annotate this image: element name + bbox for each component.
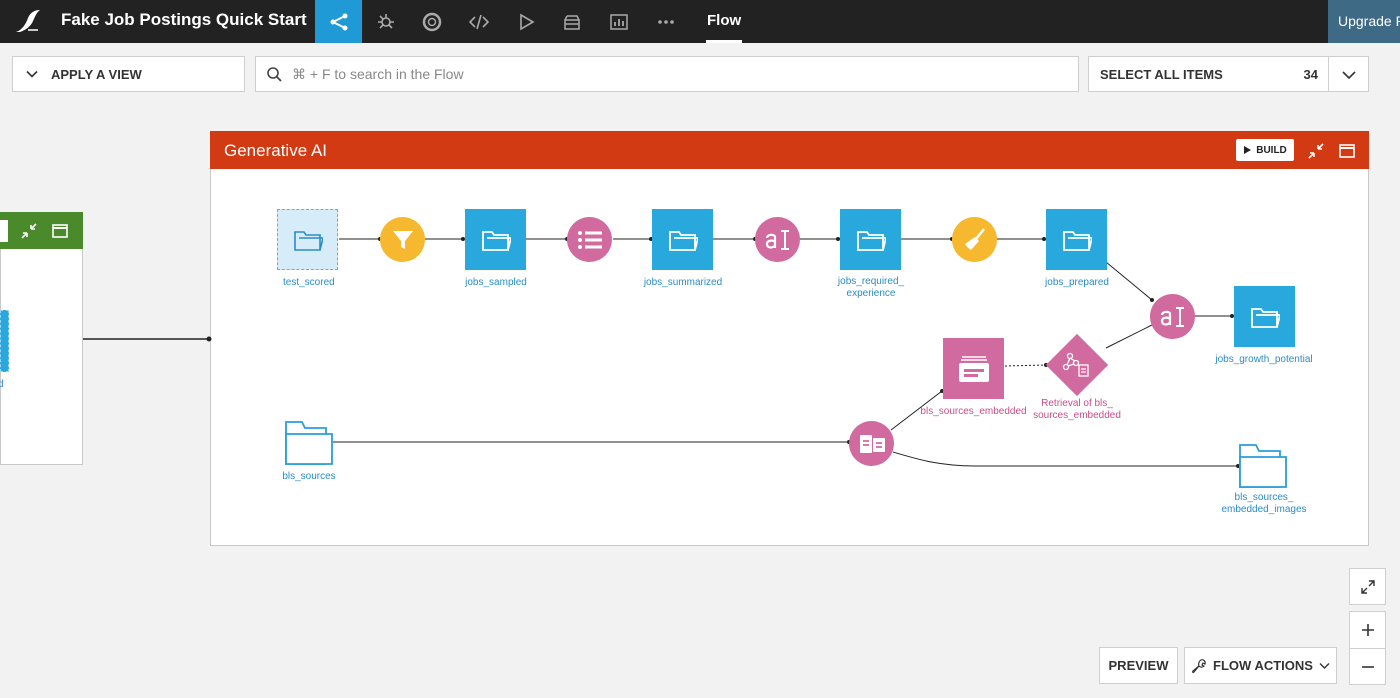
more-icon[interactable] bbox=[642, 0, 689, 43]
dataset-jobs-prepared[interactable] bbox=[1046, 209, 1107, 270]
llm-prompt-recipe[interactable] bbox=[755, 217, 800, 262]
select-all-items-button[interactable]: SELECT ALL ITEMS 34 bbox=[1088, 56, 1329, 92]
left-flow-zone[interactable] bbox=[0, 212, 83, 465]
zone-header bbox=[210, 131, 1369, 169]
expand-icon bbox=[1360, 579, 1375, 594]
fit-to-screen-button[interactable] bbox=[1349, 568, 1386, 605]
dataset-jobs-summarized[interactable] bbox=[652, 209, 713, 270]
label-line: bls_sources_ bbox=[1234, 492, 1294, 503]
folder-icon bbox=[856, 230, 886, 251]
knowledge-bank-bls-sources-embedded[interactable] bbox=[943, 338, 1004, 399]
folder-label: bls_sources_ embedded_images bbox=[1212, 492, 1316, 516]
maximize-icon[interactable] bbox=[1338, 142, 1356, 160]
flow-actions-button[interactable]: FLOW ACTIONS bbox=[1184, 647, 1337, 684]
left-zone-name-field[interactable] bbox=[0, 220, 8, 242]
retrieval-label: Retrieval of bls_ sources_embedded bbox=[1030, 398, 1124, 422]
folder-icon bbox=[668, 230, 698, 251]
lifebuoy-icon[interactable] bbox=[408, 0, 455, 43]
label-line: experience bbox=[846, 288, 896, 299]
generative-ai-zone[interactable] bbox=[210, 131, 1369, 546]
flow-search-box[interactable] bbox=[255, 56, 1079, 92]
label-line: Retrieval of bls_ bbox=[1041, 398, 1113, 409]
knowledge-bank-label: bls_sources_embedded bbox=[920, 406, 1027, 417]
dataset-label: jobs_growth_potential bbox=[1215, 354, 1313, 365]
project-title[interactable]: Fake Job Postings Quick Start bbox=[61, 10, 307, 30]
list-icon bbox=[577, 230, 602, 249]
dataset-test-scored[interactable] bbox=[277, 209, 338, 270]
left-zone-dataset[interactable] bbox=[0, 310, 9, 372]
prepare-recipe[interactable] bbox=[952, 217, 997, 262]
preview-label: PREVIEW bbox=[1108, 658, 1169, 673]
left-zone-dataset-label: d bbox=[0, 379, 4, 390]
select-options-dropdown[interactable] bbox=[1328, 56, 1369, 92]
broom-icon bbox=[964, 227, 985, 250]
filter-recipe[interactable] bbox=[380, 217, 425, 262]
apply-view-dropdown[interactable]: APPLY A VIEW bbox=[12, 56, 245, 92]
build-button[interactable]: BUILD bbox=[1236, 139, 1294, 161]
chevron-down-icon bbox=[26, 70, 38, 78]
chevron-down-icon bbox=[1342, 71, 1356, 80]
managed-folder-bls-sources[interactable] bbox=[284, 418, 334, 466]
plus-icon bbox=[1361, 624, 1374, 636]
managed-folder-bls-sources-embedded-images[interactable] bbox=[1238, 441, 1288, 489]
search-icon bbox=[267, 67, 282, 82]
dataiku-bird-logo[interactable] bbox=[14, 8, 42, 34]
zoom-out-button[interactable] bbox=[1349, 648, 1386, 685]
chevron-down-icon bbox=[1319, 662, 1330, 669]
dashboard-icon[interactable] bbox=[595, 0, 642, 43]
dataset-jobs-required-experience[interactable] bbox=[840, 209, 901, 270]
zoom-in-button[interactable] bbox=[1349, 611, 1386, 649]
lab-icon[interactable] bbox=[362, 0, 409, 43]
dataset-label: jobs_sampled bbox=[465, 277, 527, 288]
database-icon[interactable] bbox=[548, 0, 595, 43]
label-line: jobs_required_ bbox=[837, 276, 905, 287]
dataset-label: jobs_prepared bbox=[1045, 277, 1109, 288]
play-icon bbox=[1244, 146, 1252, 154]
maximize-icon[interactable] bbox=[51, 222, 69, 240]
minus-icon bbox=[1361, 665, 1374, 668]
folder-icon bbox=[1062, 230, 1092, 251]
active-tab-indicator bbox=[706, 40, 742, 43]
embed-icon bbox=[859, 434, 885, 453]
tab-flow[interactable]: Flow bbox=[707, 12, 741, 29]
funnel-icon bbox=[392, 230, 413, 249]
wrench-icon bbox=[1192, 658, 1206, 673]
items-count: 34 bbox=[1303, 67, 1318, 82]
flow-icon[interactable] bbox=[315, 0, 362, 43]
ai-text-icon bbox=[1160, 306, 1184, 327]
ai-text-icon bbox=[765, 229, 789, 250]
zone-title[interactable]: Generative AI bbox=[224, 141, 327, 161]
folder-icon bbox=[293, 230, 323, 251]
apply-view-label: APPLY A VIEW bbox=[51, 67, 142, 82]
flow-actions-label: FLOW ACTIONS bbox=[1213, 658, 1313, 673]
preview-button[interactable]: PREVIEW bbox=[1099, 647, 1178, 684]
dataset-label: test_scored bbox=[283, 277, 335, 288]
search-input[interactable] bbox=[292, 63, 1052, 85]
code-icon[interactable] bbox=[455, 0, 502, 43]
label-line: sources_embedded bbox=[1033, 410, 1121, 421]
select-all-label: SELECT ALL ITEMS bbox=[1100, 67, 1223, 82]
collapse-icon[interactable] bbox=[20, 222, 38, 240]
play-icon[interactable] bbox=[502, 0, 549, 43]
folder-icon bbox=[1250, 307, 1280, 328]
folder-label: bls_sources bbox=[282, 471, 336, 482]
top-navigation-bar: Fake Job Postings Quick Start Flow Upgra… bbox=[0, 0, 1400, 43]
retrieval-icon bbox=[1062, 352, 1089, 377]
folder-icon bbox=[481, 230, 511, 251]
collapse-icon[interactable] bbox=[1307, 142, 1325, 160]
summarize-recipe[interactable] bbox=[567, 217, 612, 262]
upgrade-button[interactable]: Upgrade P bbox=[1328, 0, 1400, 43]
dataset-jobs-growth-potential[interactable] bbox=[1234, 286, 1295, 347]
left-zone-header bbox=[0, 212, 83, 249]
knowledge-bank-icon bbox=[958, 355, 989, 382]
dataset-label: jobs_summarized bbox=[643, 277, 723, 288]
embed-documents-recipe[interactable] bbox=[849, 421, 894, 466]
dataset-jobs-sampled[interactable] bbox=[465, 209, 526, 270]
llm-prompt-recipe-2[interactable] bbox=[1150, 294, 1195, 339]
build-label: BUILD bbox=[1256, 144, 1287, 156]
label-line: embedded_images bbox=[1221, 504, 1307, 515]
dataset-label: jobs_required_ experience bbox=[825, 276, 917, 300]
